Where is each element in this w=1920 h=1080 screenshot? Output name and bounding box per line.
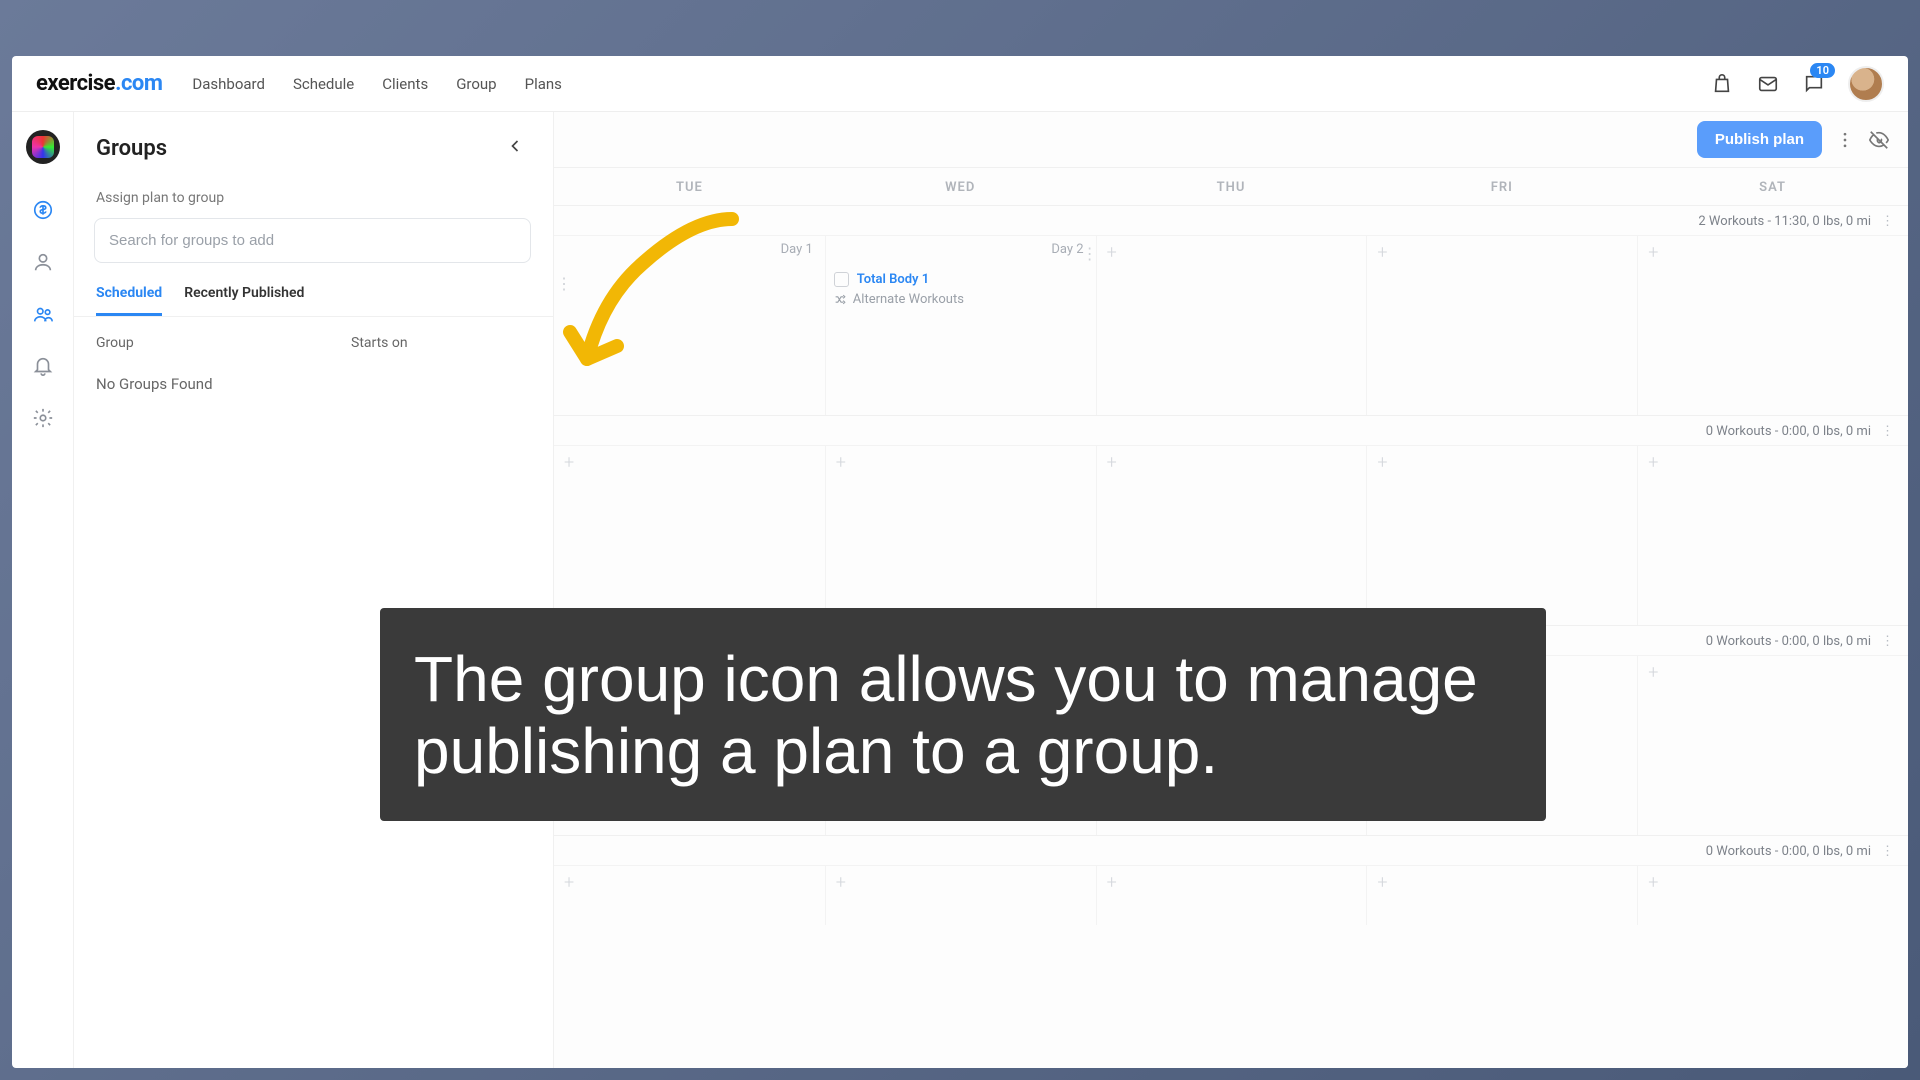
publish-plan-button[interactable]: Publish plan [1697, 121, 1822, 158]
week-row: 0 Workouts - 0:00, 0 lbs, 0 mi ⋮ + + + +… [554, 415, 1908, 625]
nav-group[interactable]: Group [456, 75, 496, 93]
search-groups-input[interactable] [94, 218, 531, 263]
day-sat: SAT [1637, 168, 1908, 205]
calendar-cell[interactable]: + [1637, 655, 1908, 835]
add-icon[interactable]: + [1377, 242, 1387, 263]
add-icon[interactable]: + [1648, 452, 1658, 473]
bell-icon[interactable] [31, 354, 55, 378]
gear-icon[interactable] [31, 406, 55, 430]
brand-logo: exercise.com [36, 71, 162, 96]
cell-menu-icon[interactable]: ⋮ [556, 274, 572, 293]
calendar-cell[interactable]: + [1096, 445, 1367, 625]
week-menu-icon[interactable]: ⋮ [1881, 844, 1894, 859]
groups-panel: Groups Assign plan to group Scheduled Re… [74, 112, 554, 1068]
bag-icon[interactable] [1710, 72, 1734, 96]
column-headers: Group Starts on [74, 317, 553, 359]
calendar: Publish plan TUE WED THU FRI SAT [554, 112, 1908, 1068]
nav-plans[interactable]: Plans [525, 75, 562, 93]
calendar-cell[interactable]: + [1366, 235, 1637, 415]
add-icon[interactable]: + [1648, 662, 1658, 683]
day-fri: FRI [1366, 168, 1637, 205]
tab-recently-published[interactable]: Recently Published [184, 285, 304, 316]
calendar-cell[interactable]: + [1637, 865, 1908, 925]
calendar-cell[interactable]: Day 1 ⋮ [554, 235, 825, 415]
add-icon[interactable]: + [836, 872, 846, 893]
day-thu: THU [1096, 168, 1367, 205]
add-icon[interactable]: + [836, 452, 846, 473]
icon-rail [12, 112, 74, 1068]
nav-links: Dashboard Schedule Clients Group Plans [192, 75, 562, 93]
mail-icon[interactable] [1756, 72, 1780, 96]
dollar-icon[interactable] [31, 198, 55, 222]
workspace-logo[interactable] [26, 130, 60, 164]
workout-title: Total Body 1 [857, 272, 929, 287]
top-icons: 10 [1710, 66, 1884, 102]
add-icon[interactable]: + [1107, 872, 1117, 893]
workout-subtitle: Alternate Workouts [853, 292, 964, 307]
checkbox-icon[interactable] [834, 272, 849, 287]
panel-title: Groups [96, 136, 167, 161]
shuffle-icon [834, 293, 847, 306]
calendar-cell[interactable]: Day 2 ⋮ Total Body 1 Alternate Workouts [825, 235, 1096, 415]
group-icon[interactable] [31, 302, 55, 326]
day-label: Day 1 [781, 242, 813, 257]
top-nav: exercise.com Dashboard Schedule Clients … [12, 56, 1908, 112]
nav-clients[interactable]: Clients [382, 75, 428, 93]
tab-scheduled[interactable]: Scheduled [96, 285, 162, 316]
calendar-cell[interactable]: + [1637, 445, 1908, 625]
person-icon[interactable] [31, 250, 55, 274]
week-menu-icon[interactable]: ⋮ [1881, 634, 1894, 649]
logo-text-1: exercise [36, 71, 115, 96]
add-icon[interactable]: + [564, 872, 574, 893]
week-row: 2 Workouts - 11:30, 0 lbs, 0 mi ⋮ Day 1 … [554, 205, 1908, 415]
collapse-panel-button[interactable] [499, 130, 531, 166]
visibility-off-icon[interactable] [1868, 129, 1890, 151]
col-starts-on: Starts on [351, 335, 531, 351]
add-icon[interactable]: + [1107, 242, 1117, 263]
empty-state: No Groups Found [74, 359, 553, 409]
calendar-cell[interactable]: + [1366, 865, 1637, 925]
day-label: Day 2 [1051, 242, 1083, 257]
avatar[interactable] [1848, 66, 1884, 102]
week-summary-text: 0 Workouts - 0:00, 0 lbs, 0 mi [1706, 844, 1871, 859]
add-icon[interactable]: + [1648, 242, 1658, 263]
calendar-cell[interactable]: + [825, 865, 1096, 925]
week-menu-icon[interactable]: ⋮ [1881, 214, 1894, 229]
add-icon[interactable]: + [1107, 452, 1117, 473]
nav-schedule[interactable]: Schedule [293, 75, 354, 93]
calendar-cell[interactable]: + [554, 445, 825, 625]
calendar-cell[interactable]: + [1096, 865, 1367, 925]
nav-dashboard[interactable]: Dashboard [192, 75, 265, 93]
workout-card[interactable]: Total Body 1 Alternate Workouts [834, 272, 1088, 307]
week-row: 0 Workouts - 0:00, 0 lbs, 0 mi ⋮ + + + +… [554, 835, 1908, 925]
calendar-toolbar: Publish plan [554, 112, 1908, 168]
calendar-cell[interactable]: + [554, 865, 825, 925]
week-menu-icon[interactable]: ⋮ [1881, 424, 1894, 439]
add-icon[interactable]: + [1377, 872, 1387, 893]
more-icon[interactable] [1834, 129, 1856, 151]
day-wed: WED [825, 168, 1096, 205]
calendar-cell[interactable]: + [1366, 445, 1637, 625]
week-summary-text: 2 Workouts - 11:30, 0 lbs, 0 mi [1698, 214, 1871, 229]
assign-label: Assign plan to group [74, 176, 553, 212]
day-headers: TUE WED THU FRI SAT [554, 168, 1908, 205]
calendar-cell[interactable]: + [1637, 235, 1908, 415]
chat-badge: 10 [1810, 63, 1835, 78]
chat-icon[interactable]: 10 [1802, 72, 1826, 96]
col-group: Group [96, 335, 351, 351]
logo-text-2: .com [115, 71, 162, 96]
panel-tabs: Scheduled Recently Published [74, 273, 553, 317]
add-icon[interactable]: + [1648, 872, 1658, 893]
add-icon[interactable]: + [1377, 452, 1387, 473]
add-icon[interactable]: + [564, 452, 574, 473]
week-summary-text: 0 Workouts - 0:00, 0 lbs, 0 mi [1706, 424, 1871, 439]
day-tue: TUE [554, 168, 825, 205]
calendar-cell[interactable]: + [825, 445, 1096, 625]
week-summary-text: 0 Workouts - 0:00, 0 lbs, 0 mi [1706, 634, 1871, 649]
tutorial-caption: The group icon allows you to manage publ… [380, 608, 1546, 821]
calendar-cell[interactable]: + [1096, 235, 1367, 415]
